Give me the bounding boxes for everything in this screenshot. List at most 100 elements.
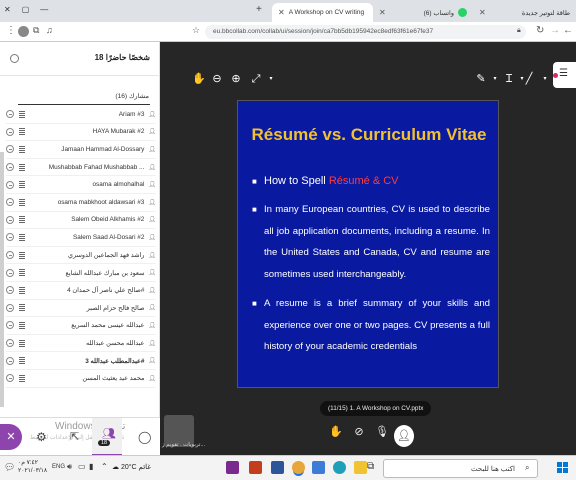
chrome-icon[interactable] — [292, 461, 305, 474]
chat-icon[interactable]: ◯ — [138, 430, 151, 444]
participant-options-icon[interactable] — [6, 215, 14, 224]
participant-options-icon[interactable] — [6, 303, 14, 312]
side-menu-button[interactable]: ☰ — [553, 62, 576, 88]
participant-row[interactable]: راشد فهد الجماعين الدوسري 👤︎ — [6, 247, 156, 265]
participant-row[interactable]: صالح علي ناصر آل حمدان 4# 👤︎ — [6, 282, 156, 300]
participant-row[interactable]: Salem Saad Al-Dosari #2 👤︎ — [6, 229, 156, 247]
clock-time: ۰٧:٤٢ م — [18, 460, 38, 466]
participant-options-icon[interactable] — [6, 163, 14, 172]
slide-bullet: ■ In many European countries, CV is used… — [252, 199, 490, 285]
participant-options-icon[interactable] — [6, 110, 14, 119]
participant-options-icon[interactable] — [6, 180, 14, 189]
mail-icon[interactable] — [312, 461, 325, 474]
close-window-icon[interactable]: ✕ — [4, 5, 11, 14]
participant-row[interactable]: Jamaan Hammad Al-Dossary 👤︎ — [6, 141, 156, 159]
participant-row[interactable]: عبدالمطلب عبدالله 3# 👤︎ — [6, 352, 156, 370]
extension-icon[interactable]: ⧉ — [33, 25, 39, 36]
app-icon[interactable] — [226, 461, 239, 474]
word-icon[interactable] — [271, 461, 284, 474]
start-windows-icon[interactable] — [557, 462, 568, 473]
bookmark-star-icon[interactable]: ☆ — [192, 25, 200, 36]
tab-workshop[interactable]: ✕ A Workshop on CV writing — [272, 3, 373, 22]
volume-icon[interactable]: 🔊︎ — [67, 462, 72, 472]
pen-tool-icon[interactable]: ✎ — [474, 72, 488, 86]
participant-row[interactable]: Ariam #3 👤︎ — [6, 106, 156, 124]
participant-options-icon[interactable] — [6, 127, 14, 136]
tab-whatsapp[interactable]: ✕ (6) واتساب — [373, 3, 473, 22]
url-field[interactable]: eu.bbcollab.com/collab/ui/session/join/c… — [205, 25, 526, 39]
fit-page-icon[interactable]: ⤢ — [249, 72, 263, 86]
participant-row[interactable]: محمد عيد يعثيث المسن 👤︎ — [6, 370, 156, 388]
line-tool-icon[interactable]: ╱ — [522, 72, 536, 86]
back-icon[interactable]: ← — [563, 25, 573, 36]
participant-row[interactable]: عبدالله عيسى محمد السريع 👤︎ — [6, 317, 156, 335]
lock-icon[interactable]: 🔒︎ — [517, 27, 521, 35]
line-dropdown-icon[interactable]: ▾ — [538, 72, 552, 86]
settings-gear-icon[interactable]: ⚙ — [36, 430, 47, 444]
taskbar-clock[interactable]: ۰٧:٤٢ م ۲۰۲۱/۰۳/۱٨ — [18, 459, 47, 475]
camera-off-icon[interactable]: ⊘ — [350, 425, 368, 447]
participant-row[interactable]: osama almohalhal 👤︎ — [6, 176, 156, 194]
participant-options-icon[interactable] — [6, 233, 14, 242]
task-view-icon[interactable]: ⧉ — [367, 461, 374, 472]
collapse-panel-icon[interactable] — [10, 54, 19, 63]
participant-options-icon[interactable] — [6, 251, 14, 260]
participant-row[interactable]: Salem Obeid Alkhamis #2 👤︎ — [6, 212, 156, 230]
participant-options-icon[interactable] — [6, 286, 14, 295]
minimize-window-icon[interactable]: — — [40, 5, 48, 14]
participant-row[interactable]: HAYA Mubarak #2 👤︎ — [6, 124, 156, 142]
participant-row[interactable]: صالح فالح حزام الصبر 👤︎ — [6, 300, 156, 318]
participant-row[interactable]: عبدالله محسن عبدالله 👤︎ — [6, 335, 156, 353]
microphone-off-icon[interactable]: 🎙︎ — [373, 425, 391, 447]
participant-icon: 👤︎ — [148, 199, 156, 206]
participant-options-icon[interactable] — [6, 356, 14, 365]
collab-menu-button[interactable]: ✕ — [0, 424, 22, 450]
participant-options-icon[interactable] — [6, 321, 14, 330]
powerpoint-icon[interactable] — [249, 461, 262, 474]
share-content-icon[interactable]: ⇱ — [70, 430, 79, 443]
attendees-tab-button[interactable]: 👥︎ 18 — [92, 418, 122, 456]
participant-row[interactable]: سعود بن مبارك عبدالله الشايع 👤︎ — [6, 264, 156, 282]
notifications-icon[interactable]: 💬︎ — [4, 462, 15, 473]
reload-icon[interactable]: ↻ — [536, 25, 544, 36]
zoom-in-icon[interactable]: ⊕ — [229, 72, 243, 86]
participant-row[interactable]: Mushabbab Fahad Mushabbab ... 👤︎ — [6, 159, 156, 177]
battery-icon[interactable]: ▮ — [89, 462, 93, 471]
participant-options-icon[interactable] — [6, 198, 14, 207]
bullet-prefix: How to Spell — [264, 175, 329, 187]
participant-icon: 👤︎ — [148, 146, 156, 153]
participant-options-icon[interactable] — [6, 339, 14, 348]
pen-dropdown-icon[interactable]: ▾ — [488, 72, 502, 86]
participant-options-icon[interactable] — [6, 374, 14, 383]
close-tab-icon[interactable]: ✕ — [379, 8, 386, 17]
raise-hand-icon[interactable]: ✋ — [327, 425, 345, 447]
participant-options-icon[interactable] — [6, 145, 14, 154]
search-icon: ⌕ — [525, 463, 530, 472]
tab-new[interactable]: ✕ طاقة لتوتير جديدة — [473, 3, 576, 22]
new-tab-button[interactable]: + — [256, 4, 262, 15]
attendees-icon: 👥︎ — [102, 428, 116, 440]
file-explorer-icon[interactable] — [354, 461, 367, 474]
taskbar-search-input[interactable]: اكتب هنا للبحث — [383, 459, 538, 478]
participant-name: عبدالله عيسى محمد السريع — [71, 322, 145, 330]
weather-widget[interactable]: ☁ 20°C غائم — [112, 463, 151, 471]
user-status-avatar[interactable]: 👤︎ — [394, 425, 414, 447]
maximize-window-icon[interactable]: ▢ — [22, 5, 30, 14]
participant-row[interactable]: osama mabkhoot aldawsari #3 👤︎ — [6, 194, 156, 212]
media-control-icon[interactable]: ♫ — [46, 25, 53, 35]
fit-dropdown-icon[interactable]: ▾ — [264, 72, 278, 86]
pan-hand-icon[interactable]: ✋ — [192, 72, 206, 86]
profile-avatar[interactable] — [18, 26, 29, 37]
language-indicator[interactable]: ENG — [52, 464, 65, 470]
text-tool-icon[interactable]: Ɪ — [502, 72, 516, 86]
zoom-out-icon[interactable]: ⊖ — [210, 72, 224, 86]
browser-menu-icon[interactable]: ⋮ — [6, 25, 16, 36]
scrollbar[interactable] — [0, 152, 4, 407]
close-tab-icon[interactable]: ✕ — [479, 8, 486, 17]
edge-icon[interactable] — [333, 461, 346, 474]
participant-options-icon[interactable] — [6, 268, 14, 277]
tray-arrow-icon[interactable]: ⌃ — [101, 462, 108, 471]
close-tab-icon[interactable]: ✕ — [278, 8, 285, 17]
forward-icon[interactable]: → — [550, 25, 560, 36]
network-icon[interactable]: ▭ — [78, 462, 86, 471]
